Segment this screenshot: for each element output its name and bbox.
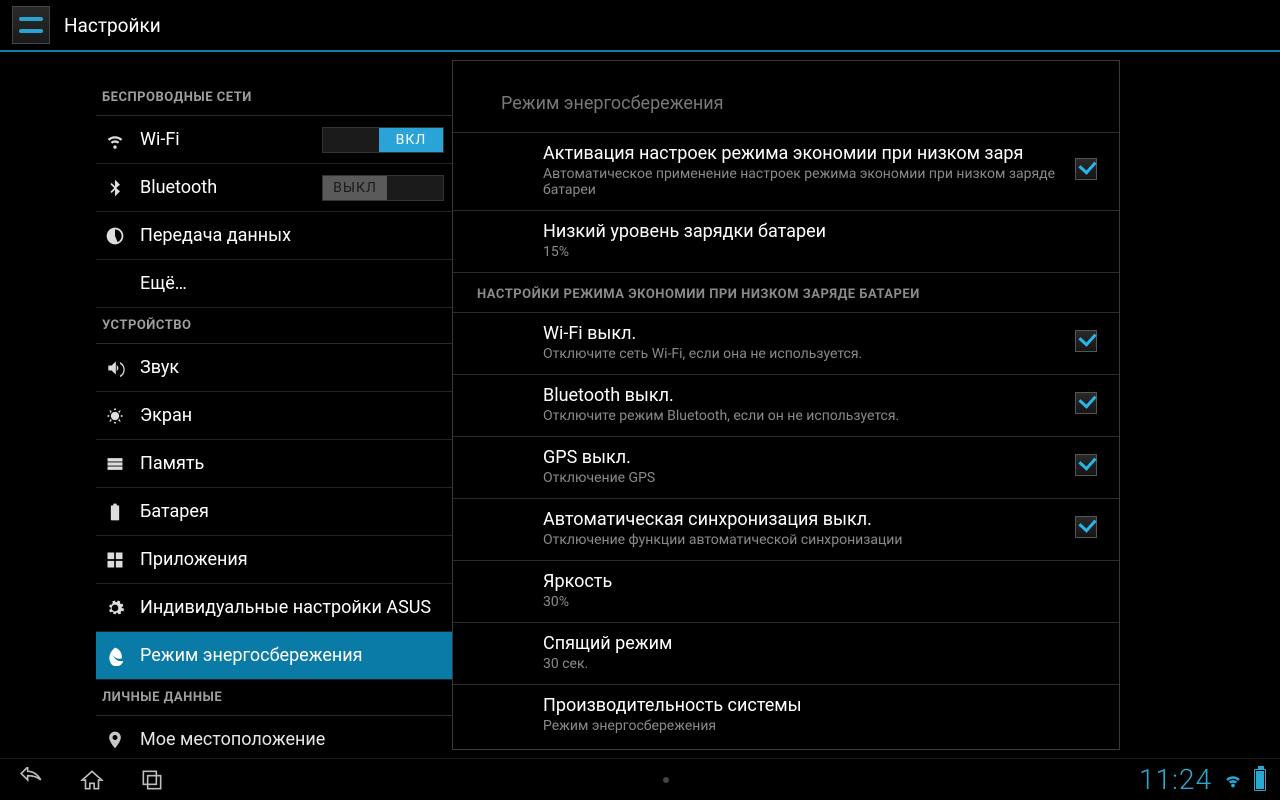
data-usage-icon [104, 225, 126, 247]
row-title: Wi-Fi выкл. [543, 323, 1059, 344]
sidebar-section-personal: ЛИЧНЫЕ ДАННЫЕ [96, 680, 452, 716]
back-button[interactable] [14, 765, 50, 795]
wifi-icon [104, 129, 126, 151]
page-title: Настройки [64, 14, 161, 37]
sidebar-item-asus[interactable]: Индивидуальные настройки ASUS [96, 584, 452, 632]
row-title: Активация настроек режима экономии при н… [543, 143, 1059, 164]
settings-icon [12, 6, 50, 44]
row-brightness[interactable]: Яркость 30% [453, 560, 1119, 622]
gear-icon [104, 597, 126, 619]
storage-icon [104, 453, 126, 475]
sidebar: БЕСПРОВОДНЫЕ СЕТИ Wi-Fi ВКЛ Bluetooth [0, 52, 452, 758]
sidebar-item-battery[interactable]: Батарея [96, 488, 452, 536]
battery-status-icon [1254, 769, 1266, 791]
row-wifi-off[interactable]: Wi-Fi выкл. Отключите сеть Wi-Fi, если о… [453, 312, 1119, 374]
row-title: Низкий уровень зарядки батареи [543, 221, 1101, 242]
row-title: Bluetooth выкл. [543, 385, 1059, 406]
row-subtitle: Отключите сеть Wi-Fi, если она не исполь… [543, 346, 1059, 362]
row-title: GPS выкл. [543, 447, 1059, 468]
checkbox-sync-off[interactable] [1075, 516, 1097, 538]
home-button[interactable] [74, 765, 110, 795]
system-navbar: 11:24 [0, 758, 1280, 800]
checkbox-activate[interactable] [1075, 158, 1097, 180]
checkbox-wifi-off[interactable] [1075, 330, 1097, 352]
row-activate-low-battery[interactable]: Активация настроек режима экономии при н… [453, 132, 1119, 210]
sidebar-item-label: Индивидуальные настройки ASUS [140, 597, 444, 618]
sidebar-item-label: Мое местоположение [140, 729, 444, 750]
sidebar-item-label: Wi-Fi [140, 129, 322, 150]
app-bar: Настройки [0, 0, 1280, 52]
apps-icon [104, 549, 126, 571]
row-sleep[interactable]: Спящий режим 30 сек. [453, 622, 1119, 684]
sidebar-section-wireless: БЕСПРОВОДНЫЕ СЕТИ [96, 80, 452, 116]
sidebar-item-bluetooth[interactable]: Bluetooth ВЫКЛ [96, 164, 452, 212]
checkbox-bluetooth-off[interactable] [1075, 392, 1097, 414]
row-subtitle: Отключение функции автоматической синхро… [543, 532, 1059, 548]
clock: 11:24 [1139, 763, 1212, 796]
row-title: Яркость [543, 571, 1101, 592]
row-title: Производительность системы [543, 695, 1101, 716]
sidebar-item-wifi[interactable]: Wi-Fi ВКЛ [96, 116, 452, 164]
row-bluetooth-off[interactable]: Bluetooth выкл. Отключите режим Bluetoot… [453, 374, 1119, 436]
row-subtitle: 15% [543, 244, 1101, 260]
display-icon [104, 405, 126, 427]
sound-icon [104, 357, 126, 379]
sidebar-item-label: Ещё… [140, 273, 444, 294]
wifi-toggle[interactable]: ВКЛ [322, 127, 444, 153]
sidebar-item-power-saving[interactable]: Режим энергосбережения [96, 632, 452, 680]
row-subtitle: Отключение GPS [543, 470, 1059, 486]
row-gps-off[interactable]: GPS выкл. Отключение GPS [453, 436, 1119, 498]
panel-title: Режим энергосбережения [453, 61, 1119, 132]
recents-button[interactable] [134, 765, 170, 795]
detail-panel: Режим энергосбережения Активация настрое… [452, 60, 1120, 750]
location-icon [104, 729, 126, 751]
wifi-status-icon [1222, 769, 1244, 791]
section-header-low-battery: НАСТРОЙКИ РЕЖИМА ЭКОНОМИИ ПРИ НИЗКОМ ЗАР… [453, 272, 1119, 312]
sidebar-item-label: Bluetooth [140, 177, 322, 198]
bluetooth-toggle[interactable]: ВЫКЛ [322, 175, 444, 201]
sidebar-item-label: Память [140, 453, 444, 474]
sidebar-item-more[interactable]: Ещё… [96, 260, 452, 308]
status-tray[interactable]: 11:24 [1139, 763, 1266, 796]
sidebar-item-label: Приложения [140, 549, 444, 570]
checkbox-gps-off[interactable] [1075, 454, 1097, 476]
row-subtitle: Автоматическое применение настроек режим… [543, 166, 1059, 198]
sidebar-item-label: Батарея [140, 501, 444, 522]
sidebar-section-device: УСТРОЙСТВО [96, 308, 452, 344]
row-sync-off[interactable]: Автоматическая синхронизация выкл. Отклю… [453, 498, 1119, 560]
bluetooth-icon [104, 177, 126, 199]
sidebar-item-apps[interactable]: Приложения [96, 536, 452, 584]
row-title: Автоматическая синхронизация выкл. [543, 509, 1059, 530]
navbar-center [194, 777, 1139, 783]
row-subtitle: Режим энергосбережения [543, 718, 1101, 734]
row-subtitle: Отключите режим Bluetooth, если он не ис… [543, 408, 1059, 424]
sidebar-item-label: Звук [140, 357, 444, 378]
blank-icon [104, 273, 126, 295]
sidebar-item-display[interactable]: Экран [96, 392, 452, 440]
sidebar-item-label: Режим энергосбережения [140, 645, 444, 666]
row-subtitle: 30% [543, 594, 1101, 610]
leaf-icon [104, 645, 126, 667]
sidebar-item-label: Передача данных [140, 225, 444, 246]
sidebar-item-storage[interactable]: Память [96, 440, 452, 488]
sidebar-item-label: Экран [140, 405, 444, 426]
battery-icon [104, 501, 126, 523]
row-subtitle: 30 сек. [543, 656, 1101, 672]
sidebar-item-data-usage[interactable]: Передача данных [96, 212, 452, 260]
row-low-battery-level[interactable]: Низкий уровень зарядки батареи 15% [453, 210, 1119, 272]
row-performance[interactable]: Производительность системы Режим энергос… [453, 684, 1119, 746]
page-indicator-dot [663, 777, 669, 783]
sidebar-item-location[interactable]: Мое местоположение [96, 716, 452, 758]
row-title: Спящий режим [543, 633, 1101, 654]
sidebar-item-sound[interactable]: Звук [96, 344, 452, 392]
